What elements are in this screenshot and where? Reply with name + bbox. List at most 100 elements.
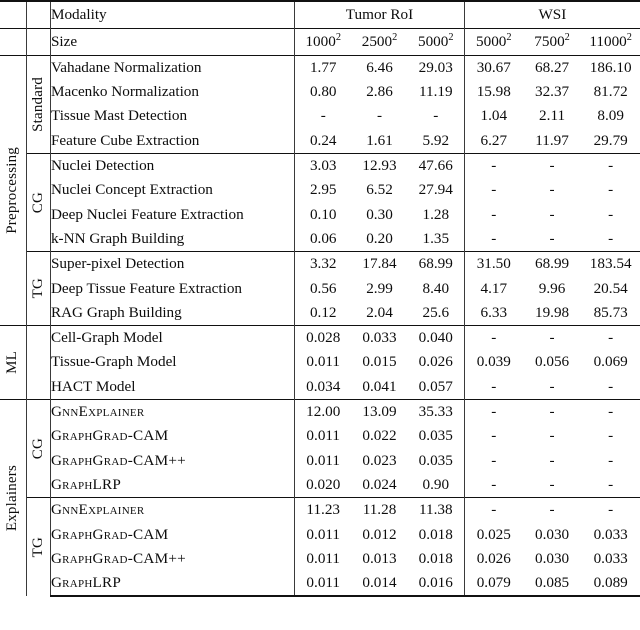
cell-wsi-2: - <box>581 497 640 523</box>
row-label: k-NN Graph Building <box>49 227 295 252</box>
subgroup-label: TG <box>25 251 51 326</box>
header-group-tumor-roi: Tumor RoI <box>294 1 465 28</box>
cell-tumor-1: 0.30 <box>351 202 408 228</box>
row-label: GraphLRP <box>49 571 295 598</box>
subgroup-label-text: TG <box>29 278 46 299</box>
cell-tumor-2: 11.38 <box>407 497 465 523</box>
table-row: Tissue-Graph Model 0.011 0.015 0.026 0.039 0.… <box>0 350 640 375</box>
size-exponent: 2 <box>506 31 512 43</box>
cell-tumor-1: 0.015 <box>351 350 408 375</box>
subgroup-label-text: CG <box>29 437 46 460</box>
cell-tumor-2: 0.035 <box>407 423 465 449</box>
cell-wsi-1: - <box>522 497 582 523</box>
cell-wsi-0: 6.27 <box>463 128 523 154</box>
cell-wsi-2: 81.72 <box>581 79 640 105</box>
cell-wsi-2: - <box>581 202 640 228</box>
table-row: Deep Nuclei Feature Extraction 0.10 0.30 1.… <box>0 202 640 228</box>
cell-wsi-1: 11.97 <box>522 128 582 154</box>
cell-wsi-0: - <box>463 423 523 449</box>
subgroup-label-text: Standard <box>29 76 46 132</box>
cell-tumor-1: 0.033 <box>351 325 408 351</box>
cell-wsi-0: 30.67 <box>463 54 523 80</box>
table-row: TG GnnExplainer 11.23 11.28 11.38- - - <box>0 497 640 597</box>
cell-wsi-0: 6.33 <box>463 300 523 326</box>
row-label: Nuclei Concept Extraction <box>49 177 295 203</box>
cell-wsi-2: - <box>581 374 640 400</box>
cell-wsi-1: - <box>522 423 582 449</box>
cell-wsi-2: 8.09 <box>581 104 640 129</box>
table-row: Tissue Mast Detection - - -1.04 2.11 8.09 <box>0 104 640 129</box>
cell-tumor-1: 0.022 <box>351 423 408 449</box>
row-label: GraphGrad-CAM++ <box>49 546 295 572</box>
table-row: ML Cell-Graph Model 0.028 0.033 0.040- - - <box>0 325 640 400</box>
cell-wsi-0: - <box>463 152 523 178</box>
cell-wsi-2: 0.089 <box>581 571 640 598</box>
cell-tumor-1: - <box>351 104 408 129</box>
size-exponent: 2 <box>564 31 570 43</box>
cell-wsi-2: 20.54 <box>581 276 640 301</box>
table-row: TG Super-pixel Detection 3.32 17.84 68.99 31.… <box>0 251 640 326</box>
cell-tumor-0: 12.00 <box>294 398 352 424</box>
cell-wsi-2: - <box>581 423 640 449</box>
table-container: Modality Tumor RoI WSI Size 10002 25002 … <box>0 0 640 630</box>
row-label: Feature Cube Extraction <box>49 128 295 154</box>
cell-wsi-1: - <box>522 374 582 400</box>
table-row: GraphGrad-CAM 0.011 0.012 0.018 0.025 0.030 0.… <box>0 522 640 547</box>
cell-wsi-1: 32.37 <box>522 79 582 105</box>
cell-wsi-2: - <box>581 227 640 252</box>
header-size-wsi-0: 50002 <box>463 28 523 55</box>
row-label: GraphGrad-CAM <box>49 522 295 547</box>
table-row: RAG Graph Building 0.12 2.04 25.6 6.33 19.98 8… <box>0 300 640 326</box>
cell-wsi-2: - <box>581 325 640 351</box>
header-row-modality: Modality Tumor RoI WSI <box>0 1 640 28</box>
cell-wsi-2: - <box>581 398 640 424</box>
cell-wsi-1: - <box>522 227 582 252</box>
row-label: GraphGrad-CAM++ <box>49 448 295 474</box>
row-label: Nuclei Detection <box>49 152 295 178</box>
table-row: GraphGrad-CAM++ 0.011 0.023 0.035- - - <box>0 448 640 474</box>
size-exponent: 2 <box>392 31 398 43</box>
cell-tumor-2: 5.92 <box>407 128 465 154</box>
size-value: 1000 <box>305 32 336 50</box>
cell-wsi-1: 2.11 <box>522 104 582 129</box>
section-group-label: Explainers <box>0 398 27 597</box>
cell-tumor-2: 8.40 <box>407 276 465 301</box>
header-group-spacer <box>0 1 27 28</box>
cell-wsi-0: 0.079 <box>463 571 523 598</box>
section-group-label-text: ML <box>4 350 21 374</box>
subgroup-label: CG <box>25 398 51 498</box>
cell-wsi-2: - <box>581 448 640 474</box>
cell-wsi-1: - <box>522 202 582 228</box>
cell-tumor-2: 35.33 <box>407 398 465 424</box>
cell-wsi-0: 0.025 <box>463 522 523 547</box>
cell-wsi-2: 186.10 <box>581 54 640 80</box>
row-label: GraphLRP <box>49 473 295 498</box>
table-row: GraphGrad-CAM 0.011 0.022 0.035- - - <box>0 423 640 449</box>
table-row: GraphLRP 0.020 0.024 0.90- - - <box>0 473 640 498</box>
table-row: Feature Cube Extraction 0.24 1.61 5.92 6.27 1… <box>0 128 640 154</box>
row-label: Tissue-Graph Model <box>49 350 295 375</box>
cell-wsi-2: 29.79 <box>581 128 640 154</box>
cell-tumor-0: 0.034 <box>294 374 352 400</box>
cell-tumor-2: 0.035 <box>407 448 465 474</box>
cell-tumor-1: 2.04 <box>351 300 408 326</box>
cell-wsi-1: - <box>522 325 582 351</box>
cell-tumor-0: 3.32 <box>294 251 352 277</box>
cell-tumor-1: 11.28 <box>351 497 408 523</box>
cell-tumor-0: 0.011 <box>294 350 352 375</box>
row-label: Tissue Mast Detection <box>49 104 295 129</box>
cell-tumor-1: 6.52 <box>351 177 408 203</box>
cell-tumor-1: 2.99 <box>351 276 408 301</box>
size-value: 5000 <box>417 32 449 50</box>
subgroup-label: TG <box>25 497 51 597</box>
cell-tumor-2: 0.018 <box>407 546 465 572</box>
size-value: 5000 <box>476 32 507 50</box>
cell-wsi-2: 0.069 <box>581 350 640 375</box>
cell-tumor-1: 0.012 <box>351 522 408 547</box>
cell-wsi-1: 0.030 <box>522 546 582 572</box>
cell-tumor-1: 0.013 <box>351 546 408 572</box>
section-group-label: Preprocessing <box>0 54 27 326</box>
table-row: HACT Model 0.034 0.041 0.057- - - <box>0 374 640 400</box>
cell-wsi-1: - <box>522 473 582 498</box>
subgroup-label <box>25 325 51 400</box>
